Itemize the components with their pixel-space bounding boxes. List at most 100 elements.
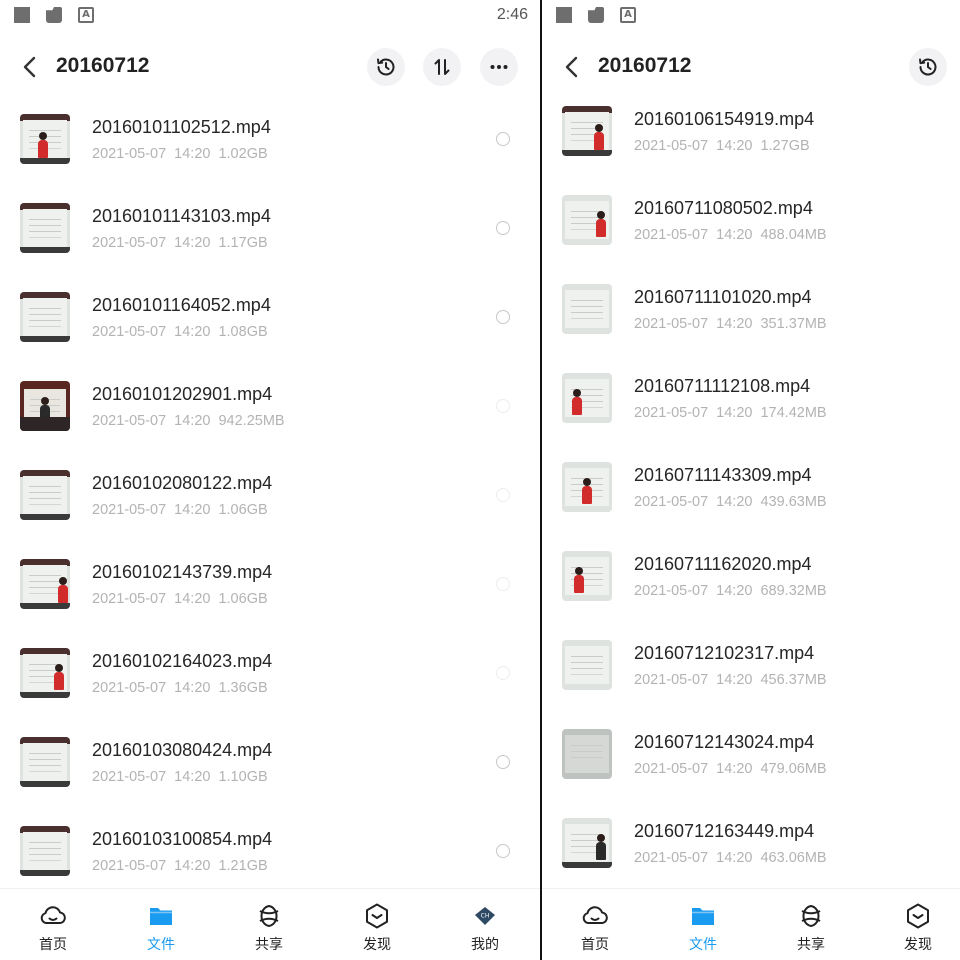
file-meta: 2021-05-07 14:20 488.04MB [634, 227, 827, 243]
a-box-icon: A [620, 7, 636, 23]
cloud-icon [582, 906, 608, 924]
square-icon [556, 7, 572, 23]
list-item[interactable]: 20160711101020.mp4 2021-05-07 14:20 351.37… [542, 264, 960, 352]
list-item[interactable]: 20160103080424.mp4 2021-05-07 14:20 1.10GB [0, 717, 540, 805]
cloud-icon [40, 906, 66, 924]
list-item[interactable]: 20160101164052.mp4 2021-05-07 14:20 1.08GB [0, 272, 540, 360]
list-item[interactable]: 20160711143309.mp4 2021-05-07 14:20 439.63… [542, 442, 960, 530]
file-meta: 2021-05-07 14:20 1.36GB [92, 680, 268, 696]
tab-discover[interactable]: 发现 [888, 901, 948, 954]
square-icon [14, 7, 30, 23]
file-meta: 2021-05-07 14:20 463.06MB [634, 850, 827, 866]
video-thumbnail [562, 284, 612, 334]
more-button[interactable] [480, 48, 518, 86]
file-meta: 2021-05-07 14:20 1.10GB [92, 769, 268, 785]
history-button[interactable] [909, 48, 947, 86]
select-radio[interactable] [496, 488, 510, 502]
list-item[interactable]: 20160102143739.mp4 2021-05-07 14:20 1.06GB [0, 539, 540, 627]
file-name: 20160101143103.mp4 [92, 206, 271, 226]
chevron-left-icon [565, 56, 578, 78]
file-name: 20160103100854.mp4 [92, 829, 273, 849]
list-item[interactable]: 20160711162020.mp4 2021-05-07 14:20 689.32… [542, 531, 960, 619]
file-name: 20160711143309.mp4 [634, 465, 812, 485]
list-item[interactable]: 20160712102317.mp4 2021-05-07 14:20 456.37… [542, 620, 960, 708]
file-meta: 2021-05-07 14:20 1.02GB [92, 146, 268, 162]
select-radio[interactable] [496, 132, 510, 146]
file-meta: 2021-05-07 14:20 1.06GB [92, 591, 268, 607]
svg-text:CH: CH [481, 913, 490, 920]
video-thumbnail [562, 106, 612, 156]
status-bar: A 2:46 [0, 0, 540, 32]
video-thumbnail [562, 551, 612, 601]
video-thumbnail [562, 640, 612, 690]
select-radio[interactable] [496, 755, 510, 769]
history-icon [377, 58, 395, 76]
select-radio[interactable] [496, 844, 510, 858]
tab-home[interactable]: 首页 [565, 901, 625, 954]
list-item[interactable]: 20160712163449.mp4 2021-05-07 14:20 463.06… [542, 798, 960, 886]
tab-mine[interactable]: CH 我的 [455, 901, 515, 954]
video-thumbnail [562, 373, 612, 423]
video-thumbnail [20, 381, 70, 431]
list-item[interactable]: 20160103100854.mp4 2021-05-07 14:20 1.21GB [0, 806, 540, 894]
select-radio[interactable] [496, 577, 510, 591]
file-meta: 2021-05-07 14:20 689.32MB [634, 583, 827, 599]
discover-icon [366, 903, 388, 929]
file-meta: 2021-05-07 14:20 479.06MB [634, 761, 827, 777]
list-item[interactable]: 20160101102512.mp4 2021-05-07 14:20 1.02GB [0, 94, 540, 182]
history-button[interactable] [367, 48, 405, 86]
list-item[interactable]: 20160711112108.mp4 2021-05-07 14:20 174.42… [542, 353, 960, 441]
status-bar: A [542, 0, 960, 32]
file-meta: 2021-05-07 14:20 456.37MB [634, 672, 827, 688]
video-thumbnail [20, 114, 70, 164]
bottom-tab-bar: 首页 文件 共享 发现 CH 我的 [0, 888, 540, 960]
select-radio[interactable] [496, 310, 510, 324]
tab-share[interactable]: 共享 [239, 901, 299, 954]
back-button[interactable] [18, 52, 44, 82]
file-name: 20160102143739.mp4 [92, 562, 273, 582]
list-item[interactable]: 20160101202901.mp4 2021-05-07 14:20 942.25… [0, 361, 540, 449]
list-item[interactable]: 20160712143024.mp4 2021-05-07 14:20 479.06… [542, 709, 960, 797]
video-thumbnail [562, 195, 612, 245]
list-item[interactable]: 20160102164023.mp4 2021-05-07 14:20 1.36GB [0, 628, 540, 716]
top-bar: 20160712 [0, 40, 540, 94]
tab-files[interactable]: 文件 [673, 901, 733, 954]
file-meta: 2021-05-07 14:20 942.25MB [92, 413, 285, 429]
tab-home[interactable]: 首页 [23, 901, 83, 954]
list-item[interactable]: 20160101143103.mp4 2021-05-07 14:20 1.17GB [0, 183, 540, 271]
file-name: 20160102164023.mp4 [92, 651, 273, 671]
list-item[interactable]: 20160711080502.mp4 2021-05-07 14:20 488.04… [542, 175, 960, 263]
video-thumbnail [562, 729, 612, 779]
sort-button[interactable] [423, 48, 461, 86]
select-radio[interactable] [496, 221, 510, 235]
file-name: 20160712143024.mp4 [634, 732, 815, 752]
profile-badge-icon: CH [475, 907, 495, 925]
video-thumbnail [20, 470, 70, 520]
tab-files[interactable]: 文件 [131, 901, 191, 954]
video-thumbnail [20, 826, 70, 876]
bottom-tab-bar: 首页 文件 共享 发现 [542, 888, 960, 960]
file-name: 20160101164052.mp4 [92, 295, 271, 315]
file-meta: 2021-05-07 14:20 1.06GB [92, 502, 268, 518]
file-name: 20160101202901.mp4 [92, 384, 273, 404]
history-icon [919, 58, 937, 76]
page-title: 20160712 [56, 54, 150, 77]
file-name: 20160711080502.mp4 [634, 198, 813, 218]
folder-icon [150, 908, 172, 925]
folder-icon [588, 7, 604, 23]
file-name: 20160103080424.mp4 [92, 740, 273, 760]
select-radio[interactable] [496, 399, 510, 413]
tab-discover[interactable]: 发现 [347, 901, 407, 954]
list-item[interactable]: 20160106154919.mp4 2021-05-07 14:20 1.27GB [542, 86, 960, 174]
select-radio[interactable] [496, 666, 510, 680]
share-knot-icon [801, 904, 821, 928]
list-item[interactable]: 20160102080122.mp4 2021-05-07 14:20 1.06GB [0, 450, 540, 538]
back-button[interactable] [560, 52, 586, 82]
video-thumbnail [562, 818, 612, 868]
file-name: 20160102080122.mp4 [92, 473, 273, 493]
file-name: 20160711162020.mp4 [634, 554, 812, 574]
file-meta: 2021-05-07 14:20 1.21GB [92, 858, 268, 874]
chevron-left-icon [23, 56, 36, 78]
file-meta: 2021-05-07 14:20 1.17GB [92, 235, 268, 251]
tab-share[interactable]: 共享 [781, 901, 841, 954]
